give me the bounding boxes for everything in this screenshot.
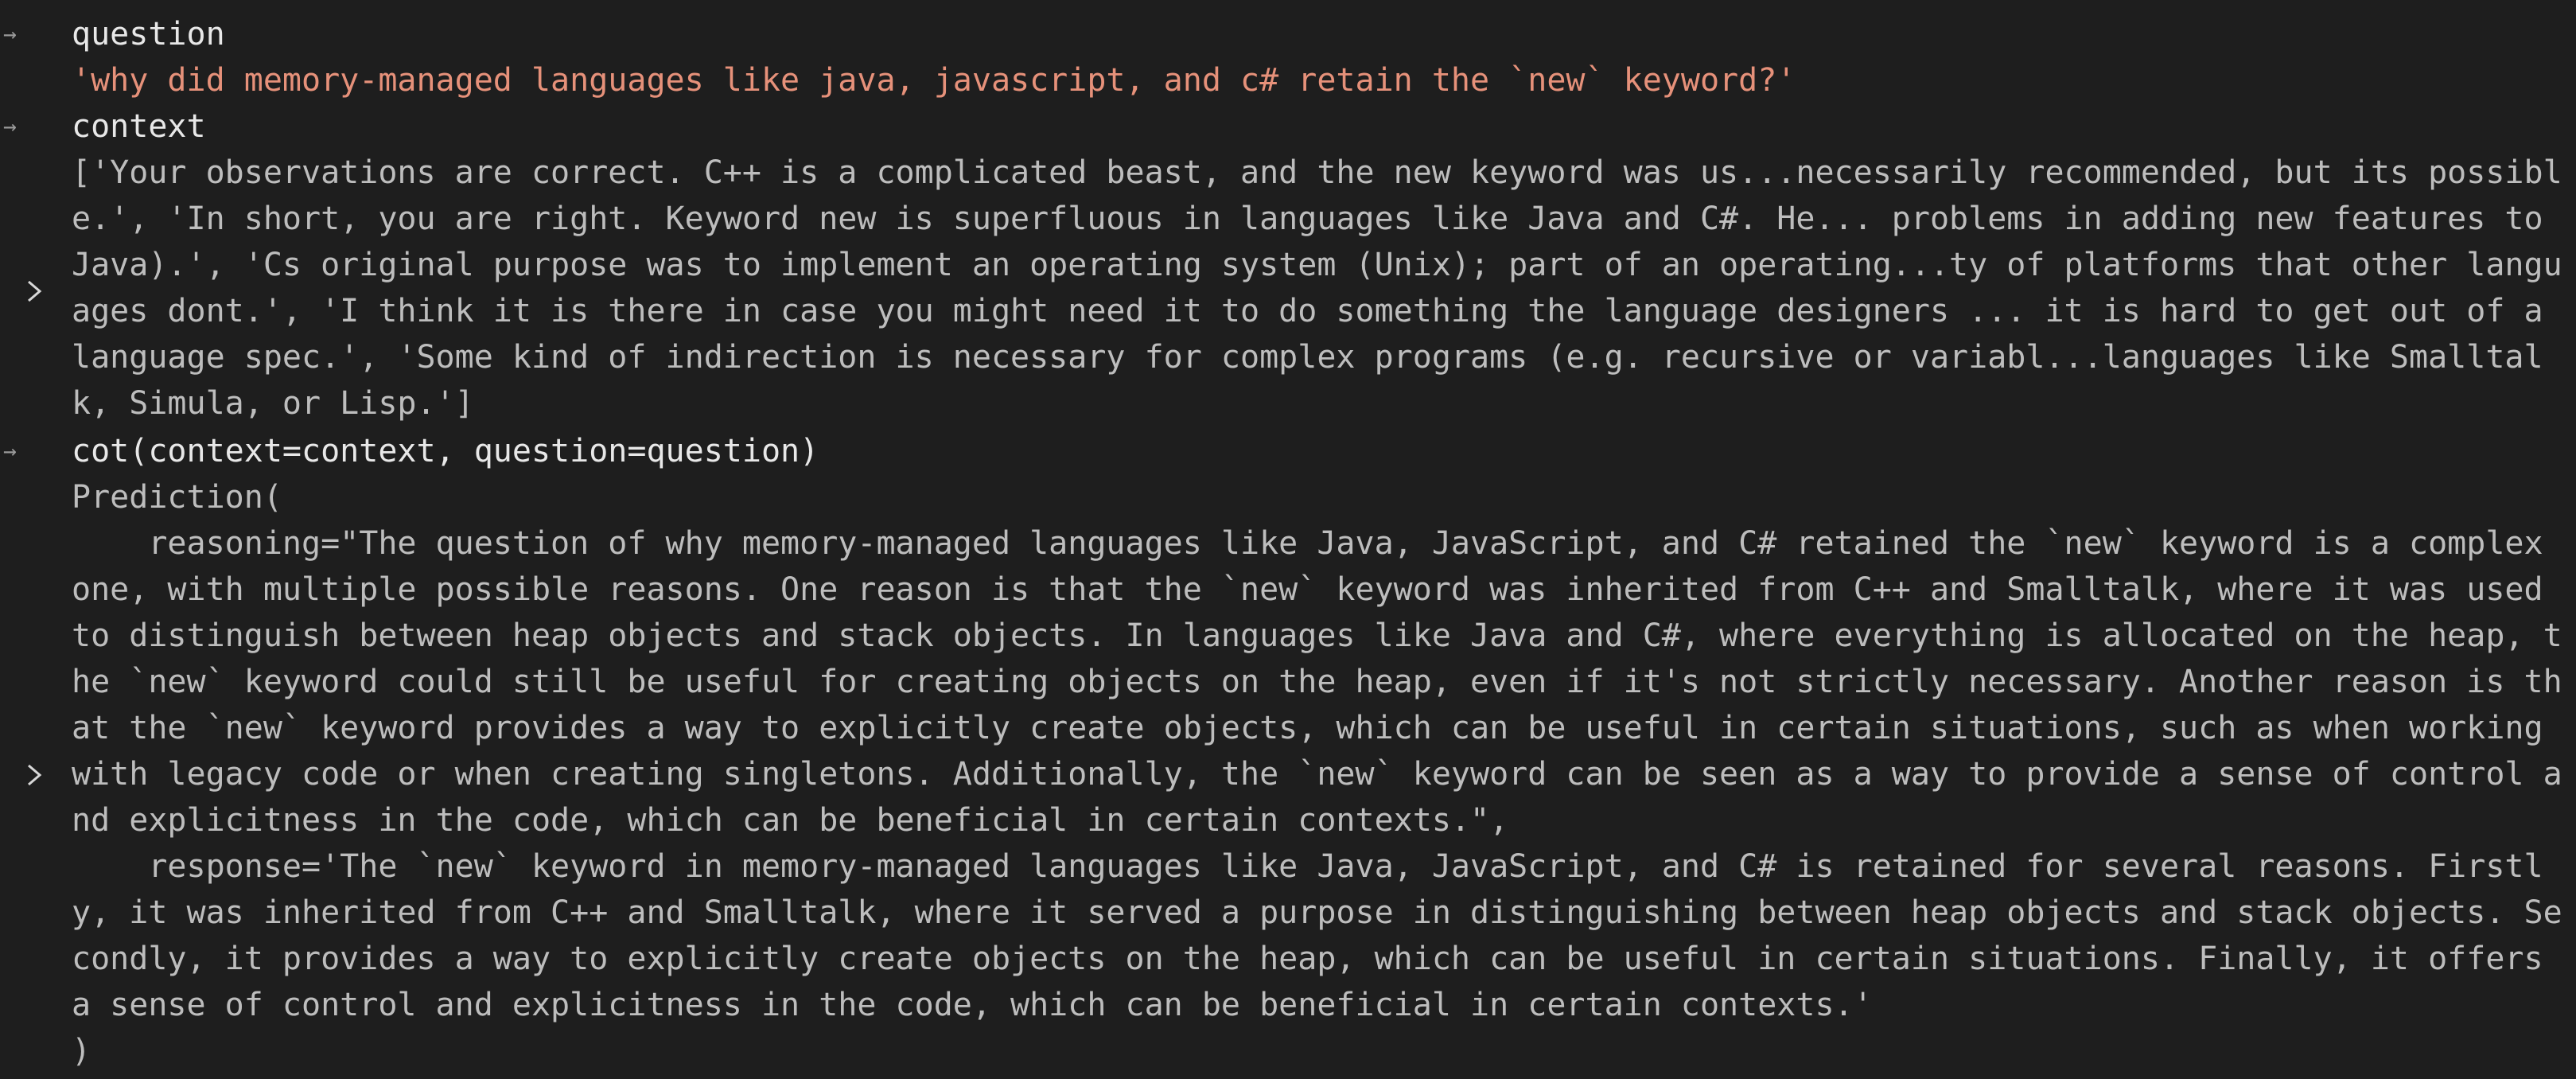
- prediction-reasoning: reasoning="The question of why memory-ma…: [72, 525, 2562, 839]
- arrow-right-icon: →: [3, 438, 17, 464]
- chevron-right-icon[interactable]: [22, 759, 54, 791]
- cot-input[interactable]: cot(context=context, question=question): [72, 428, 819, 474]
- prediction-response: response='The `new` keyword in memory-ma…: [72, 848, 2562, 1023]
- question-output: 'why did memory-managed languages like j…: [72, 62, 1796, 99]
- prediction-close: ): [72, 1033, 91, 1069]
- prediction-open: Prediction(: [72, 479, 282, 516]
- arrow-right-icon: →: [3, 21, 17, 47]
- context-output: ['Your observations are correct. C++ is …: [72, 154, 2562, 422]
- context-input[interactable]: context: [72, 103, 206, 150]
- notebook-output: → question 'why did memory-managed langu…: [0, 0, 2576, 1079]
- question-input[interactable]: question: [72, 11, 225, 57]
- chevron-right-icon[interactable]: [22, 275, 54, 307]
- arrow-right-icon: →: [3, 113, 17, 139]
